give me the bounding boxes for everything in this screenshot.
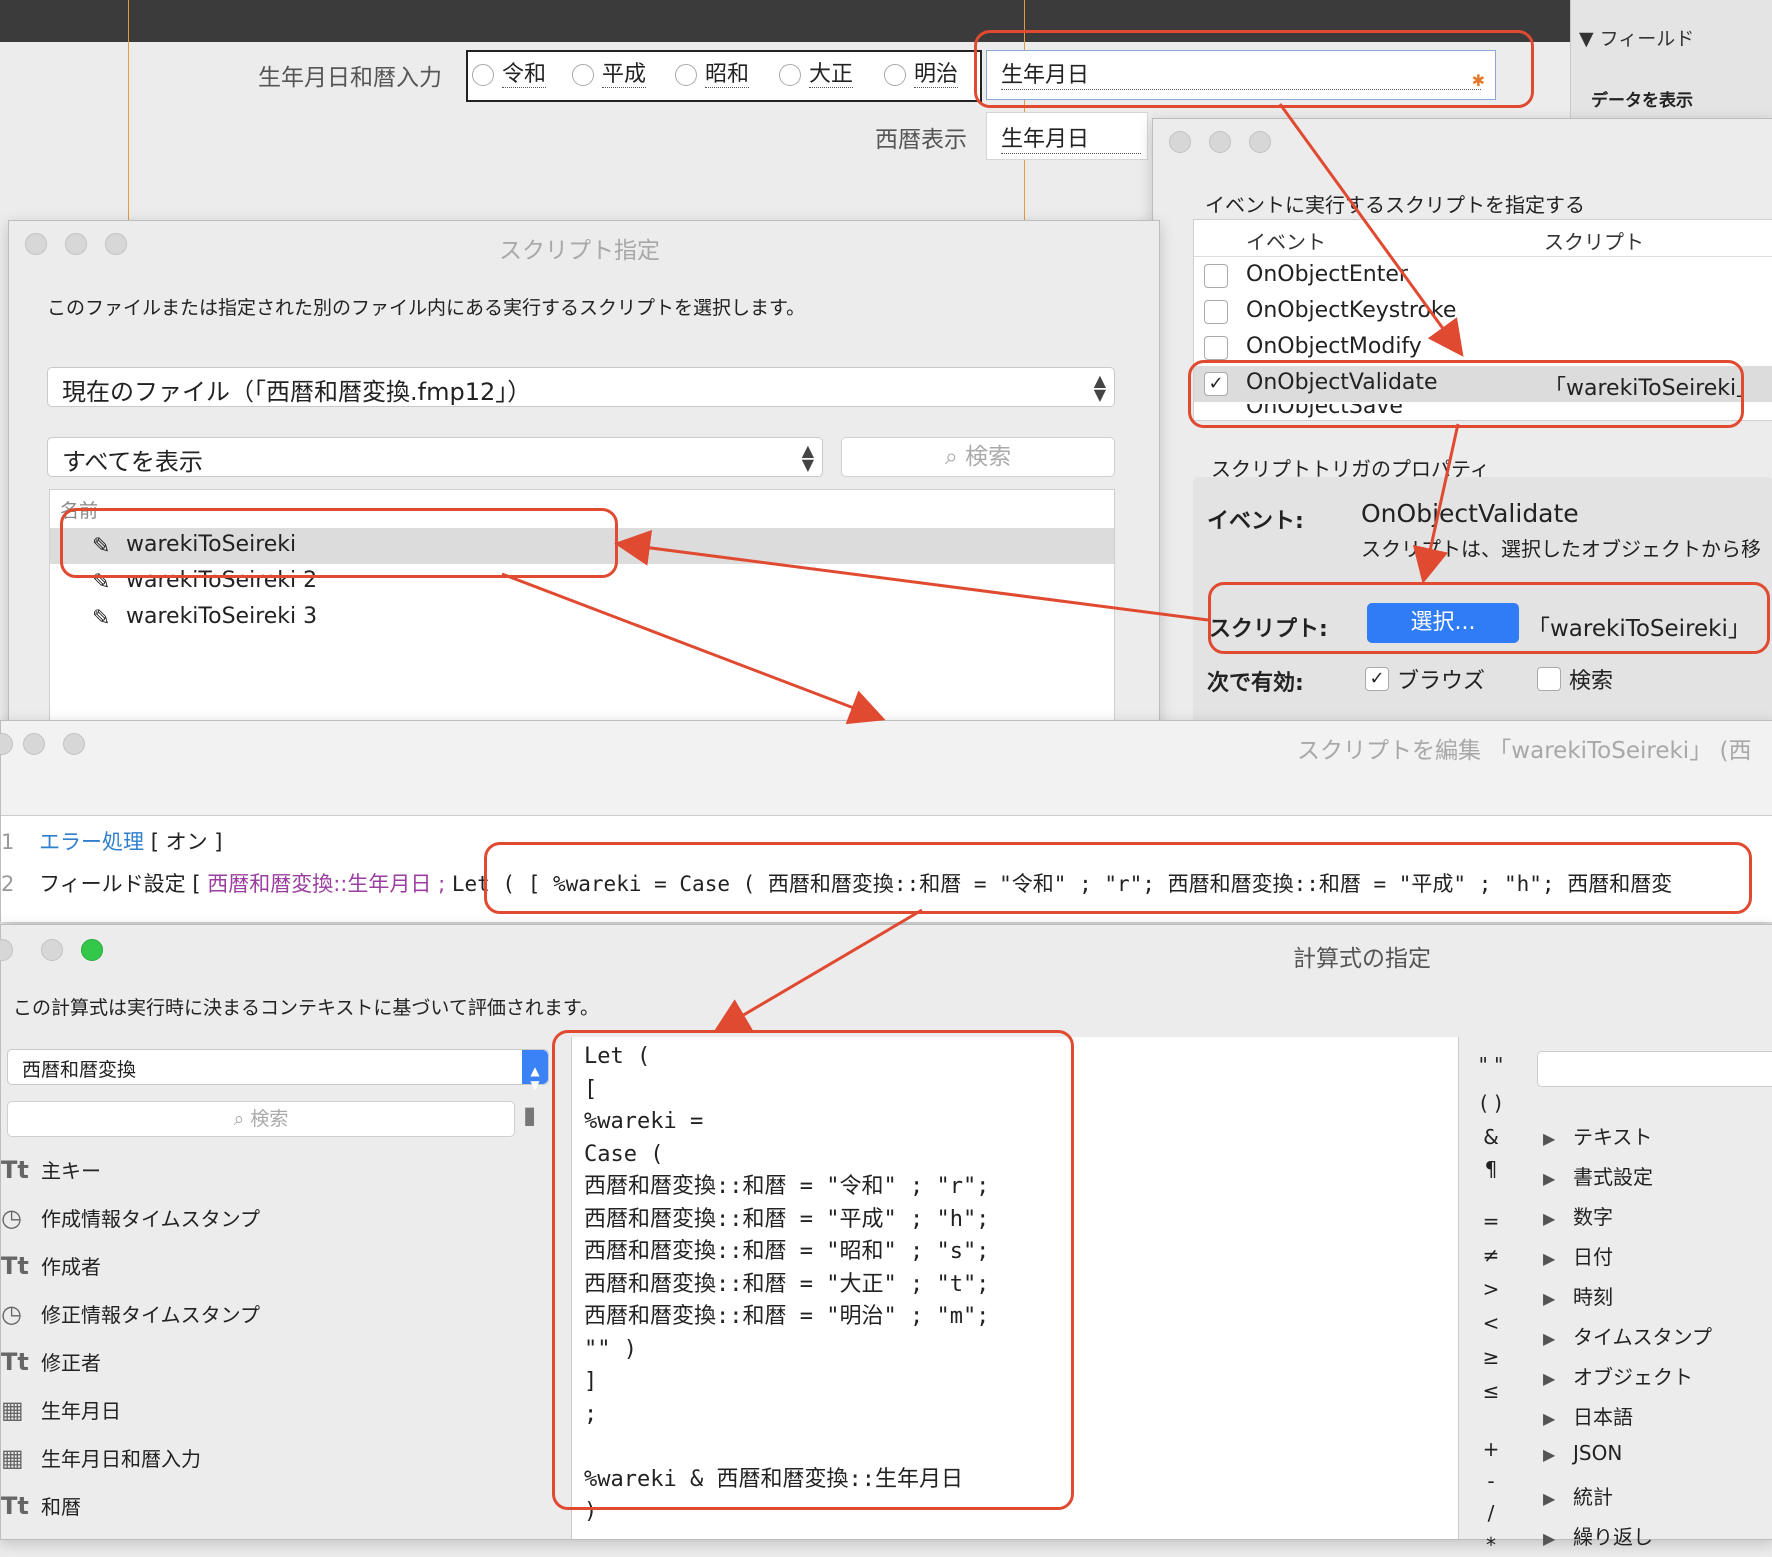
annotation-arrows	[501, 103, 1464, 1034]
arrow-field-to-trigger	[1278, 103, 1464, 357]
arrow-step-to-formula	[712, 908, 923, 1034]
arrow-select-to-list	[614, 529, 1209, 622]
arrow-list-to-edit	[501, 572, 886, 725]
arrow-trigger-to-select	[1412, 423, 1460, 584]
